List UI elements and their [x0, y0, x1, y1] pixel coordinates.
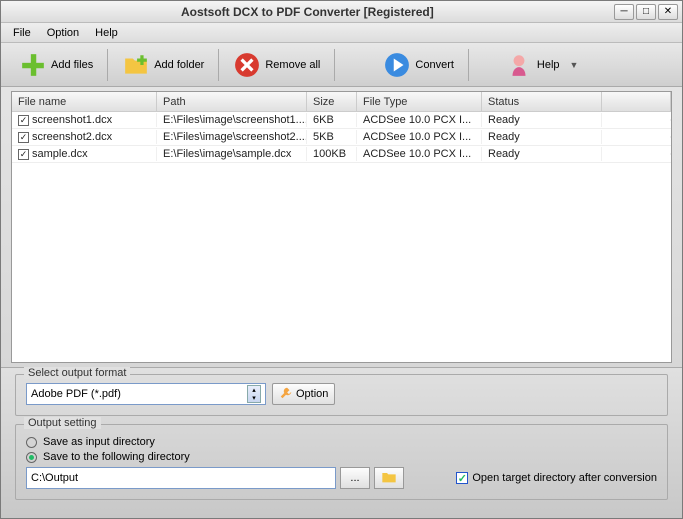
cell-path: E:\Files\image\screenshot2.... [157, 130, 307, 144]
cell-size: 100KB [307, 147, 357, 161]
col-size[interactable]: Size [307, 92, 357, 111]
col-status[interactable]: Status [482, 92, 602, 111]
radio-following-dir[interactable]: Save to the following directory [26, 451, 657, 463]
browse-button[interactable]: ... [340, 467, 370, 489]
convert-button[interactable]: Convert [375, 48, 462, 82]
select-arrows-icon: ▴▾ [247, 385, 261, 403]
open-after-checkbox[interactable]: ✓ Open target directory after conversion [456, 472, 657, 484]
cell-filename: screenshot1.dcx [32, 114, 112, 126]
row-checkbox[interactable]: ✓ [18, 132, 29, 143]
radio-icon [26, 452, 37, 463]
cell-status: Ready [482, 113, 602, 127]
checkbox-icon: ✓ [456, 472, 468, 484]
cell-filetype: ACDSee 10.0 PCX I... [357, 113, 482, 127]
titlebar: Aostsoft DCX to PDF Converter [Registere… [1, 1, 682, 23]
folder-icon [381, 470, 397, 487]
browse-label: ... [350, 472, 359, 484]
main-window: Aostsoft DCX to PDF Converter [Registere… [0, 0, 683, 519]
add-files-button[interactable]: Add files [11, 48, 101, 82]
chevron-down-icon: ▼ [570, 60, 579, 70]
cell-filename: sample.dcx [32, 148, 88, 160]
minimize-button[interactable]: ─ [614, 4, 634, 20]
cell-path: E:\Files\image\screenshot1.... [157, 113, 307, 127]
help-button[interactable]: Help ▼ [497, 48, 587, 82]
toolbar: Add files Add folder Remove all Convert … [1, 43, 682, 87]
bottom-panel: Select output format Adobe PDF (*.pdf) ▴… [1, 367, 682, 518]
output-format-legend: Select output format [24, 367, 130, 379]
table-row[interactable]: ✓screenshot1.dcx E:\Files\image\screensho… [12, 112, 671, 129]
col-spacer [602, 92, 671, 111]
cell-status: Ready [482, 130, 602, 144]
menu-option[interactable]: Option [41, 25, 85, 41]
cell-status: Ready [482, 147, 602, 161]
menubar: File Option Help [1, 23, 682, 43]
radio-icon [26, 437, 37, 448]
help-icon [505, 51, 533, 79]
cell-path: E:\Files\image\sample.dcx [157, 147, 307, 161]
col-filename[interactable]: File name [12, 92, 157, 111]
add-folder-label: Add folder [154, 59, 204, 71]
wrench-icon [279, 386, 293, 403]
help-label: Help [537, 59, 560, 71]
remove-all-button[interactable]: Remove all [225, 48, 328, 82]
add-files-label: Add files [51, 59, 93, 71]
radio-input-dir[interactable]: Save as input directory [26, 436, 657, 448]
radio-input-label: Save as input directory [43, 436, 155, 448]
table-body: ✓screenshot1.dcxE:\Files\image\screensho… [12, 112, 671, 362]
window-title: Aostsoft DCX to PDF Converter [Registere… [181, 5, 434, 19]
radio-following-label: Save to the following directory [43, 451, 190, 463]
output-format-group: Select output format Adobe PDF (*.pdf) ▴… [15, 374, 668, 416]
output-setting-group: Output setting Save as input directory S… [15, 424, 668, 500]
output-format-select[interactable]: Adobe PDF (*.pdf) ▴▾ [26, 383, 266, 405]
add-folder-button[interactable]: Add folder [114, 48, 212, 82]
folder-plus-icon [122, 51, 150, 79]
maximize-button[interactable]: □ [636, 4, 656, 20]
cell-filetype: ACDSee 10.0 PCX I... [357, 130, 482, 144]
remove-all-label: Remove all [265, 59, 320, 71]
remove-icon [233, 51, 261, 79]
convert-label: Convert [415, 59, 454, 71]
cell-size: 6KB [307, 113, 357, 127]
open-folder-button[interactable] [374, 467, 404, 489]
output-format-value: Adobe PDF (*.pdf) [31, 388, 121, 400]
output-setting-legend: Output setting [24, 417, 101, 429]
table-row[interactable]: ✓sample.dcx E:\Files\image\sample.dcx100K… [12, 146, 671, 163]
cell-size: 5KB [307, 130, 357, 144]
menu-file[interactable]: File [7, 25, 37, 41]
play-icon [383, 51, 411, 79]
cell-filetype: ACDSee 10.0 PCX I... [357, 147, 482, 161]
cell-filename: screenshot2.dcx [32, 131, 112, 143]
table-header: File name Path Size File Type Status [12, 92, 671, 112]
row-checkbox[interactable]: ✓ [18, 149, 29, 160]
plus-icon [19, 51, 47, 79]
menu-help[interactable]: Help [89, 25, 124, 41]
output-path-input[interactable]: C:\Output [26, 467, 336, 489]
option-label: Option [296, 388, 328, 400]
col-filetype[interactable]: File Type [357, 92, 482, 111]
output-path-value: C:\Output [31, 472, 78, 484]
file-table: File name Path Size File Type Status ✓sc… [11, 91, 672, 363]
close-button[interactable]: ✕ [658, 4, 678, 20]
table-row[interactable]: ✓screenshot2.dcx E:\Files\image\screensho… [12, 129, 671, 146]
open-after-label: Open target directory after conversion [472, 472, 657, 484]
option-button[interactable]: Option [272, 383, 335, 405]
col-path[interactable]: Path [157, 92, 307, 111]
row-checkbox[interactable]: ✓ [18, 115, 29, 126]
